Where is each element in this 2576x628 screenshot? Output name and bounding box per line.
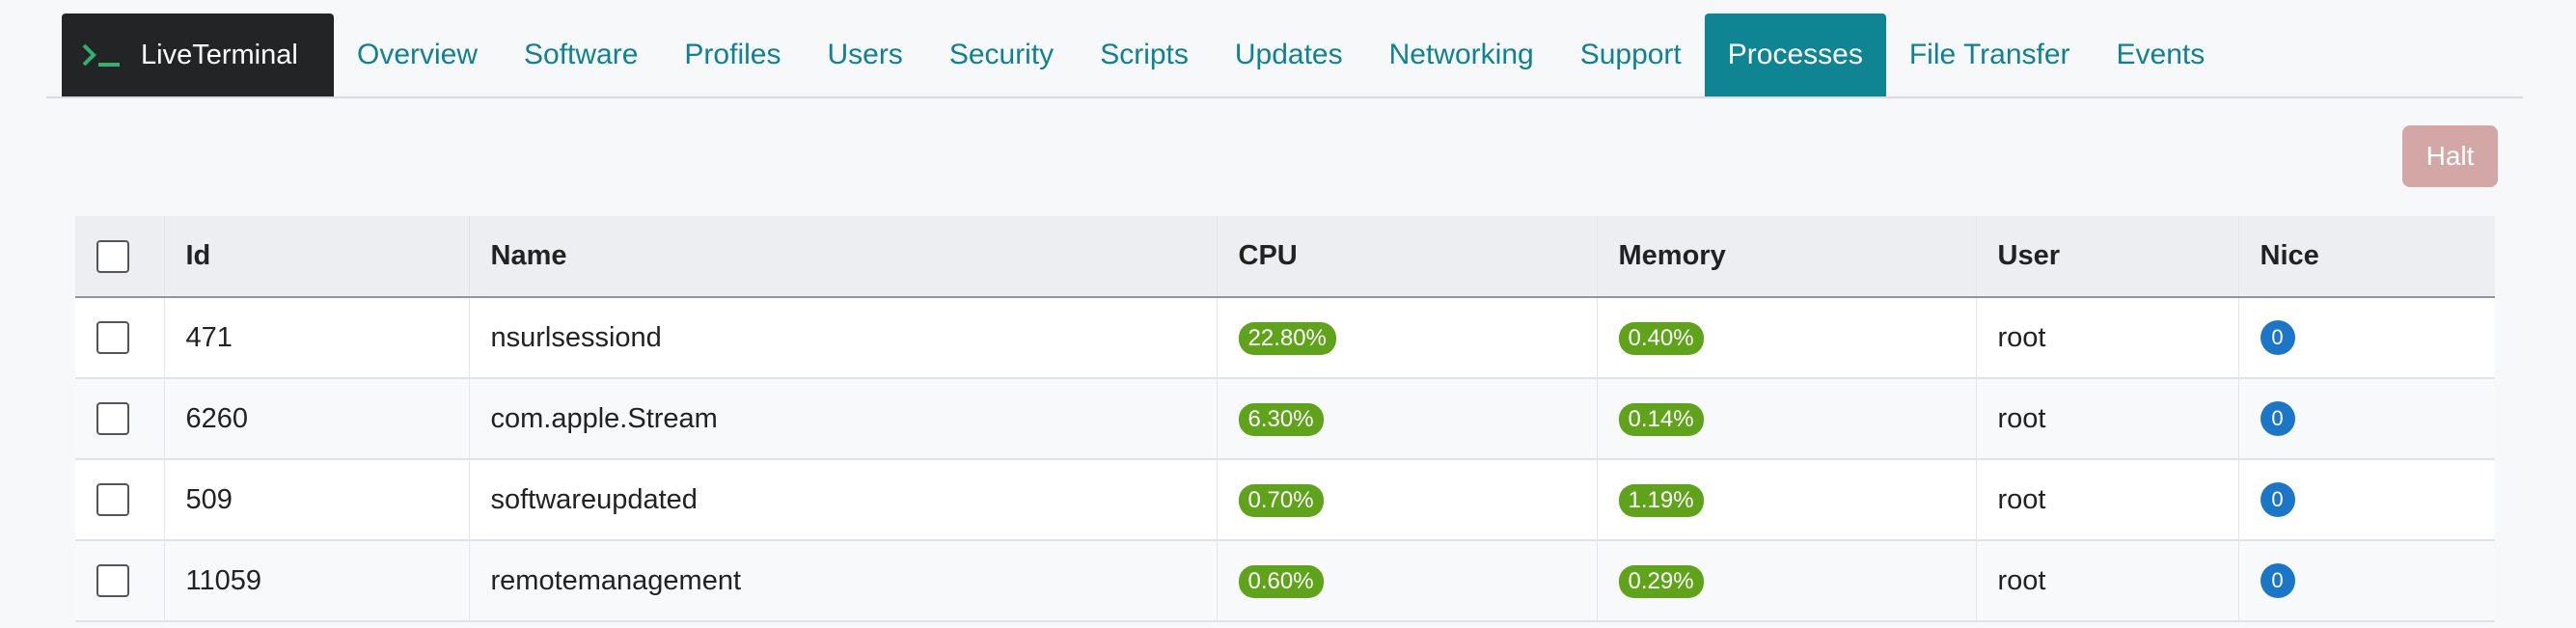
row-select-cell [75,540,165,621]
process-id: 11059 [164,540,470,621]
table-row[interactable]: 509 softwareupdated 0.70% 1.19% root 0 [75,459,2495,540]
cpu-badge: 0.60% [1238,564,1324,598]
row-checkbox[interactable] [96,564,129,598]
row-checkbox[interactable] [96,402,129,436]
table-header-row: Id Name CPU Memory User Nice [75,216,2495,297]
row-checkbox[interactable] [96,483,129,517]
nice-cell: 0 [2238,297,2495,378]
process-id: 6260 [164,378,470,459]
tab-updates[interactable]: Updates [1212,14,1366,96]
nice-badge: 0 [2260,563,2295,598]
nice-badge: 0 [2260,482,2295,517]
process-id: 509 [164,459,470,540]
row-select-cell [75,459,165,540]
tab-support[interactable]: Support [1557,14,1705,96]
cpu-cell: 22.80% [1217,297,1598,378]
process-id: 471 [164,297,470,378]
nice-cell: 0 [2238,540,2495,621]
row-select-cell [75,378,165,459]
process-name: softwareupdated [469,459,1218,540]
table-row[interactable]: 6260 com.apple.Stream 6.30% 0.14% root 0 [75,378,2495,459]
column-header-nice[interactable]: Nice [2238,216,2495,297]
process-name: remotemanagement [469,540,1218,621]
memory-badge: 0.14% [1618,402,1704,436]
memory-badge: 0.40% [1618,321,1704,355]
brand-name: LiveTerminal [141,39,298,70]
tab-security[interactable]: Security [926,14,1077,96]
process-user: root [1976,459,2239,540]
tab-events[interactable]: Events [2094,14,2229,96]
tab-file-transfer[interactable]: File Transfer [1886,14,2094,96]
process-table: Id Name CPU Memory User Nice 471 nsurlse… [75,216,2495,622]
memory-cell: 0.14% [1597,378,1977,459]
cpu-cell: 0.60% [1217,540,1598,621]
cpu-cell: 6.30% [1217,378,1598,459]
nice-cell: 0 [2238,459,2495,540]
column-header-id[interactable]: Id [164,216,470,297]
tab-scripts[interactable]: Scripts [1077,14,1212,96]
process-user: root [1976,297,2239,378]
memory-badge: 1.19% [1618,483,1704,517]
table-row[interactable]: 471 nsurlsessiond 22.80% 0.40% root 0 [75,297,2495,378]
tab-networking[interactable]: Networking [1366,14,1557,96]
cpu-cell: 0.70% [1217,459,1598,540]
memory-badge: 0.29% [1618,564,1704,598]
top-navbar: LiveTerminal Overview Software Profiles … [46,14,2523,98]
cpu-badge: 0.70% [1238,483,1324,517]
select-all-cell [75,216,165,297]
process-user: root [1976,378,2239,459]
cpu-badge: 6.30% [1238,402,1324,436]
column-header-name[interactable]: Name [469,216,1218,297]
tab-profiles[interactable]: Profiles [661,14,804,96]
column-header-user[interactable]: User [1976,216,2239,297]
row-select-cell [75,297,165,378]
halt-button[interactable]: Halt [2402,125,2498,187]
nice-badge: 0 [2260,320,2295,355]
terminal-icon [82,43,120,67]
tab-processes[interactable]: Processes [1704,14,1886,96]
memory-cell: 0.29% [1597,540,1977,621]
nice-cell: 0 [2238,378,2495,459]
table-row[interactable]: 11059 remotemanagement 0.60% 0.29% root … [75,540,2495,621]
process-user: root [1976,540,2239,621]
tab-overview[interactable]: Overview [334,14,501,96]
select-all-checkbox[interactable] [96,239,129,273]
cpu-badge: 22.80% [1238,321,1336,355]
memory-cell: 1.19% [1597,459,1977,540]
process-name: com.apple.Stream [469,378,1218,459]
process-name: nsurlsessiond [469,297,1218,378]
memory-cell: 0.40% [1597,297,1977,378]
column-header-memory[interactable]: Memory [1597,216,1977,297]
brand[interactable]: LiveTerminal [62,14,334,96]
nice-badge: 0 [2260,401,2295,436]
tab-software[interactable]: Software [501,14,661,96]
row-checkbox[interactable] [96,321,129,355]
column-header-cpu[interactable]: CPU [1217,216,1598,297]
tab-users[interactable]: Users [804,14,925,96]
